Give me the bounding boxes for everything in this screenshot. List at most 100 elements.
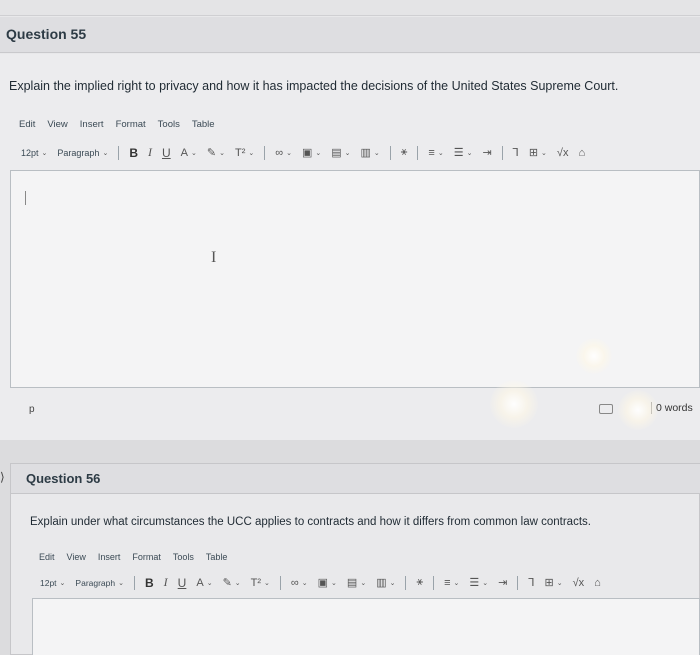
question-56-header: Question 56: [11, 464, 700, 494]
media-button[interactable]: ▤ ⌄: [331, 146, 350, 159]
toolbar-separator: [134, 575, 135, 590]
chevron-down-icon: ⌄: [373, 149, 380, 157]
chevron-down-icon: ⌄: [315, 149, 322, 157]
highlight-button[interactable]: ✎ ⌄: [207, 146, 225, 159]
chevron-down-icon: ⌄: [264, 579, 270, 587]
chevron-down-icon: ⌄: [301, 579, 308, 587]
flag-arrow-icon[interactable]: ⟩: [0, 470, 5, 484]
clear-format-button[interactable]: Ꞁ: [513, 146, 519, 159]
chevron-down-icon: ⌄: [556, 579, 563, 587]
question-56-text: Explain under what circumstances the UCC…: [30, 516, 591, 528]
font-color-button[interactable]: A ⌄: [196, 577, 212, 589]
underline-button[interactable]: U: [162, 146, 171, 160]
editor-menubar-56: Edit View Insert Format Tools Table: [39, 552, 239, 562]
menu-format[interactable]: Format: [132, 552, 161, 562]
font-color-button[interactable]: A ⌄: [181, 147, 197, 159]
chevron-down-icon: ⌄: [482, 579, 489, 587]
chevron-down-icon: ⌄: [286, 149, 292, 157]
menu-view[interactable]: View: [47, 119, 67, 130]
chevron-down-icon: ⌄: [360, 579, 367, 587]
apps-button[interactable]: ⚹: [401, 146, 408, 159]
table-button[interactable]: ⊞ ⌄: [529, 146, 547, 159]
chevron-down-icon: ⌄: [102, 149, 109, 157]
media-button[interactable]: ▤ ⌄: [347, 576, 366, 589]
menu-insert[interactable]: Insert: [98, 552, 121, 562]
keyboard-icon[interactable]: [599, 404, 613, 414]
menu-view[interactable]: View: [67, 552, 86, 562]
font-size-value: 12pt: [40, 577, 57, 588]
clear-format-button[interactable]: Ꞁ: [528, 576, 534, 589]
block-format-value: Paragraph: [75, 577, 116, 588]
highlight-button[interactable]: ✎ ⌄: [223, 576, 241, 589]
document-button[interactable]: ▥ ⌄: [361, 146, 380, 159]
text-caret: [25, 191, 26, 205]
screen-glare: [576, 338, 612, 374]
italic-button[interactable]: I: [164, 575, 168, 590]
highlight-icon: ✎: [206, 147, 217, 159]
question-55-text: Explain the implied right to privacy and…: [9, 79, 619, 93]
top-strip: [0, 0, 700, 16]
chevron-down-icon: ⌄: [118, 579, 124, 587]
chevron-down-icon: ⌄: [219, 149, 225, 157]
italic-button[interactable]: I: [148, 145, 152, 160]
chevron-down-icon: ⌄: [453, 579, 460, 587]
chevron-down-icon: ⌄: [437, 149, 444, 157]
chevron-down-icon: ⌄: [41, 149, 48, 157]
menu-table[interactable]: Table: [206, 552, 228, 562]
menu-edit[interactable]: Edit: [19, 119, 35, 130]
menu-tools[interactable]: Tools: [158, 119, 180, 130]
menu-edit[interactable]: Edit: [39, 552, 55, 562]
list-button[interactable]: ☰ ⌄: [469, 576, 488, 589]
more-button[interactable]: ⌂: [578, 147, 585, 159]
editor-toolbar: 12pt ⌄ Paragraph ⌄ B I U A ⌄ ✎ ⌄ T² ⌄ ∞ ⌄ ▣ ⌄ ▤…: [21, 145, 595, 160]
equation-button[interactable]: √x: [557, 147, 569, 159]
question-56-title: Question 56: [26, 471, 101, 486]
superscript-button[interactable]: T² ⌄: [251, 577, 270, 589]
align-icon: ≡: [428, 146, 435, 159]
toolbar-separator: [264, 145, 266, 160]
superscript-button[interactable]: T² ⌄: [235, 147, 254, 159]
link-button[interactable]: ∞ ⌄: [291, 577, 308, 589]
list-button[interactable]: ☰ ⌄: [454, 146, 473, 159]
image-icon: ▣: [301, 147, 313, 159]
underline-button[interactable]: U: [178, 576, 187, 590]
image-button[interactable]: ▣ ⌄: [318, 576, 337, 589]
link-icon: ∞: [275, 146, 284, 159]
align-button[interactable]: ≡ ⌄: [428, 147, 443, 159]
menu-tools[interactable]: Tools: [173, 552, 194, 562]
menu-format[interactable]: Format: [116, 119, 146, 130]
font-size-select[interactable]: 12pt ⌄: [21, 148, 47, 158]
block-format-select[interactable]: Paragraph ⌄: [75, 578, 124, 588]
toolbar-separator: [279, 575, 281, 590]
bold-button[interactable]: B: [129, 146, 138, 160]
chevron-down-icon: ⌄: [466, 149, 473, 157]
font-size-select[interactable]: 12pt ⌄: [40, 578, 65, 588]
block-format-select[interactable]: Paragraph ⌄: [57, 148, 108, 158]
toolbar-separator: [517, 575, 519, 590]
equation-button[interactable]: √x: [573, 577, 585, 589]
indent-button[interactable]: ⇥: [498, 576, 507, 589]
answer-editor-56[interactable]: [32, 598, 700, 655]
bold-button[interactable]: B: [145, 576, 154, 590]
table-button[interactable]: ⊞ ⌄: [545, 576, 563, 589]
document-button[interactable]: ▥ ⌄: [376, 576, 395, 589]
indent-button[interactable]: ⇥: [482, 146, 491, 159]
more-button[interactable]: ⌂: [594, 577, 601, 589]
media-icon: ▤: [346, 577, 358, 589]
chevron-down-icon: ⌄: [191, 149, 197, 157]
apps-button[interactable]: ⚹: [416, 576, 423, 589]
link-button[interactable]: ∞ ⌄: [275, 147, 292, 159]
question-55-block: Question 55 Explain the implied right to…: [0, 0, 700, 440]
align-button[interactable]: ≡ ⌄: [444, 577, 459, 589]
superscript-icon: T²: [234, 146, 246, 159]
ibeam-cursor-icon: I: [211, 249, 217, 266]
menu-insert[interactable]: Insert: [80, 119, 104, 130]
chevron-down-icon: ⌄: [331, 579, 337, 587]
document-icon: ▥: [360, 147, 371, 159]
image-button[interactable]: ▣ ⌄: [302, 146, 321, 159]
menu-table[interactable]: Table: [192, 119, 215, 130]
question-55-title: Question 55: [6, 26, 87, 42]
toolbar-separator: [405, 575, 407, 590]
font-size-value: 12pt: [21, 147, 39, 158]
chevron-down-icon: ⌄: [344, 149, 351, 157]
